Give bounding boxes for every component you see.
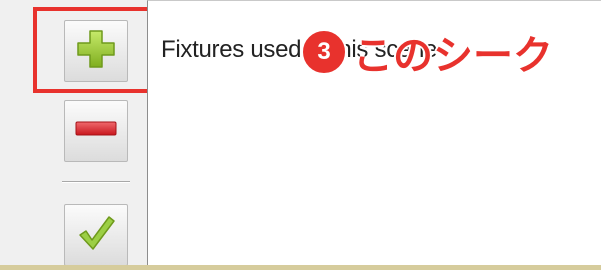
minus-icon (74, 119, 118, 144)
annotation-text: このシーク (353, 34, 553, 78)
apply-button[interactable] (64, 204, 128, 266)
checkmark-icon (76, 213, 116, 258)
remove-fixture-button[interactable] (64, 100, 128, 162)
step-number-badge: 3 (301, 29, 347, 75)
step-annotation: 3 このシーク (301, 23, 553, 81)
add-button-highlight (33, 7, 161, 93)
toolbar-separator (62, 181, 130, 183)
bottom-border (0, 265, 601, 270)
fixture-toolbar (0, 0, 161, 270)
